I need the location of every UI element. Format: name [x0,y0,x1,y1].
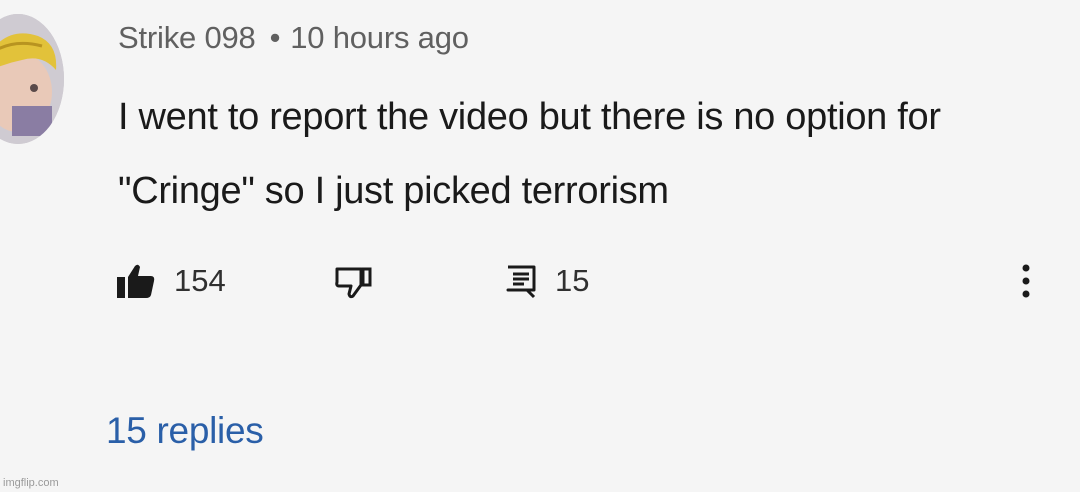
vertical-ellipsis-icon [1022,264,1030,298]
thumbs-down-icon [334,263,374,299]
view-replies-link[interactable]: 15 replies [106,410,264,452]
reply-button[interactable]: 15 [505,256,589,306]
like-count: 154 [174,263,226,298]
reply-count: 15 [555,263,590,298]
avatar-image [0,14,64,144]
separator-dot: • [269,20,281,55]
dislike-button[interactable] [334,256,374,306]
comment-text: I went to report the video but there is … [118,96,941,212]
comment-icon [505,263,537,299]
timestamp[interactable]: 10 hours ago [290,20,469,55]
avatar[interactable] [0,14,64,144]
like-button[interactable]: 154 [116,256,226,306]
watermark: imgflip.com [3,477,59,489]
more-options-button[interactable] [1016,256,1036,306]
comment-actions: 154 15 [0,256,1080,306]
thumbs-up-icon [116,263,156,299]
comment-card: Strike 098 • 10 hours ago I went to report… [0,0,1080,492]
comment-header: Strike 098 • 10 hours ago [118,20,469,56]
author-name[interactable]: Strike 098 [118,20,256,55]
